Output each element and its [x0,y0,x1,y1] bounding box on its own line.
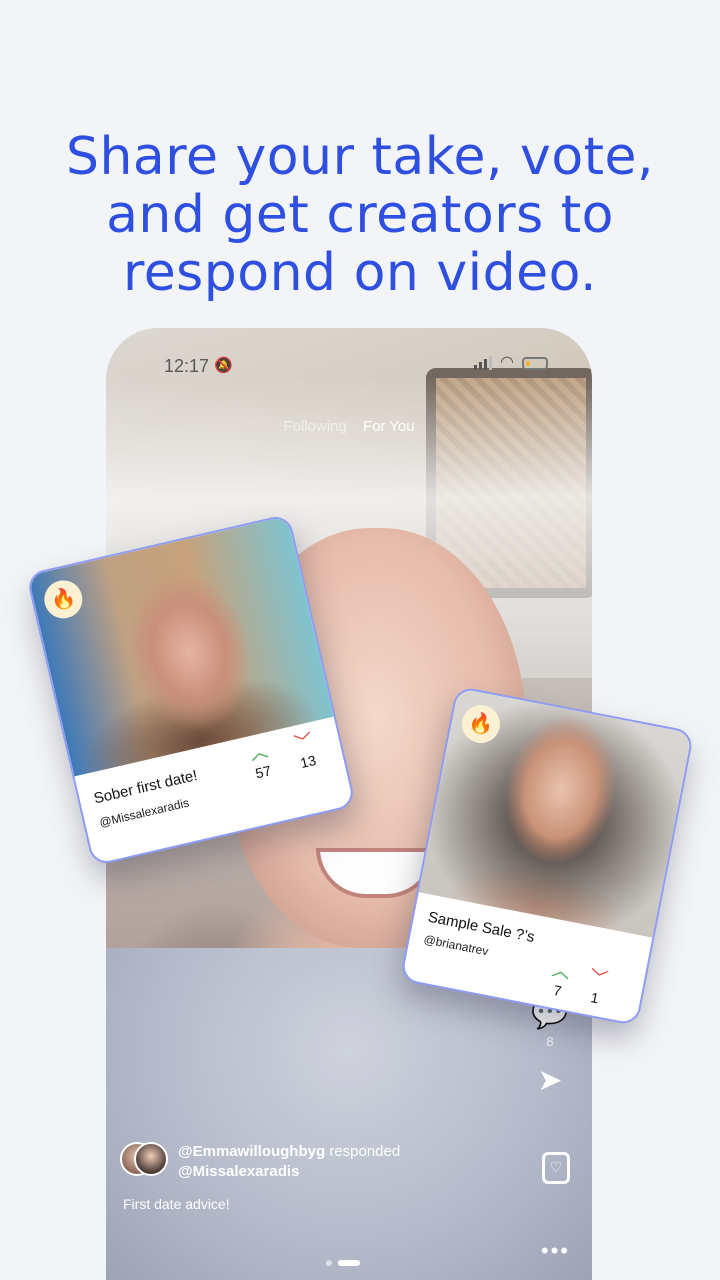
headline-line-3: respond on video. [122,243,598,303]
battery-icon [522,356,548,370]
responded-label: responded [329,1143,401,1160]
downvote-button[interactable]: ﹀ 1 [584,966,610,1008]
bell-muted-icon: 🔕 [214,357,233,374]
card-thumbnail [418,688,693,938]
save-heart-icon[interactable]: ♡ [542,1152,570,1184]
chevron-down-icon: ﹀ [587,966,610,990]
avatar [134,1142,168,1176]
avatar-stack[interactable] [120,1142,168,1180]
downvote-count: 1 [589,989,601,1007]
status-icons: ◠ [474,354,548,371]
wifi-icon: ◠ [500,354,514,371]
page-dot-active [338,1260,360,1266]
headline: Share your take, vote, and get creators … [0,128,720,302]
downvote-count: 13 [298,751,318,772]
chevron-up-icon: ︿ [247,740,270,765]
chevron-up-icon: ︿ [550,959,573,983]
headline-line-2: and get creators to [106,185,614,245]
upvote-count: 7 [552,981,563,1000]
headline-line-1: Share your take, vote, [65,127,655,187]
page-indicator [326,1260,360,1266]
more-icon[interactable]: ••• [541,1238,570,1264]
page-dot [326,1260,332,1266]
status-time: 12:17 [164,356,210,376]
tab-following[interactable]: Following [283,418,346,435]
response-info: @Emmawilloughbyg responded @Missalexarad… [120,1142,400,1182]
share-icon[interactable]: ➤ [530,1065,570,1097]
upvote-button[interactable]: ︿ 7 [547,959,573,1000]
response-text: @Emmawilloughbyg responded @Missalexarad… [178,1142,400,1182]
tab-for-you[interactable]: For You [363,418,415,435]
downvote-button[interactable]: ﹀ 13 [292,730,319,772]
video-caption: First date advice! [123,1196,230,1212]
card-thumbnail [28,515,334,777]
side-actions: 💬 8 ➤ [530,998,570,1097]
responder-handle[interactable]: @Emmawilloughbyg [178,1143,325,1160]
upvote-button[interactable]: ︿ 57 [247,740,274,782]
signal-icon [474,356,493,370]
original-handle[interactable]: @Missalexaradis [178,1163,299,1180]
upvote-count: 57 [253,762,273,782]
comment-count: 8 [546,1034,554,1049]
feed-tabs: Following For You [106,418,592,435]
card-username[interactable]: @brianatrev [423,932,490,958]
chevron-down-icon: ﹀ [292,730,315,754]
